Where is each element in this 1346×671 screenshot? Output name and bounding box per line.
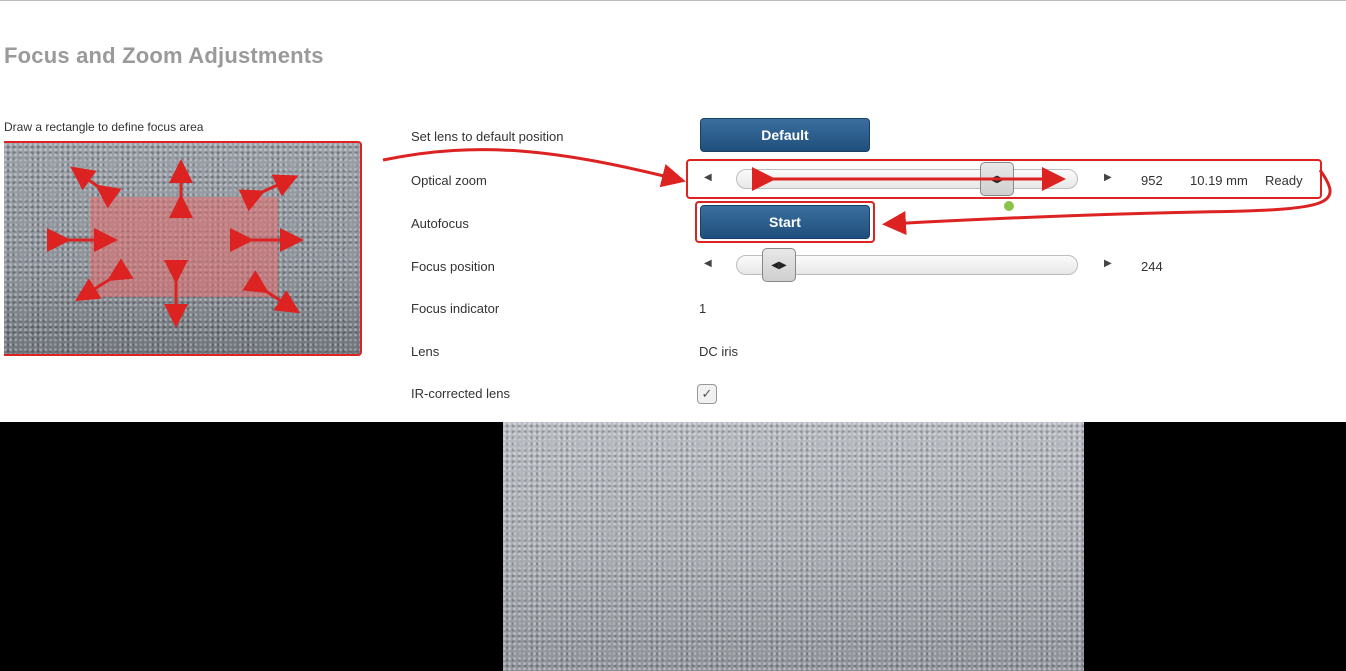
focus-increase-icon[interactable]: ▶: [1104, 258, 1112, 269]
page: Focus and Zoom Adjustments Draw a rectan…: [0, 0, 1346, 671]
focus-rectangle[interactable]: [90, 197, 278, 297]
focus-decrease-icon[interactable]: ◀: [704, 258, 712, 269]
lens-label: Lens: [411, 344, 440, 359]
page-title: Focus and Zoom Adjustments: [4, 43, 324, 68]
default-button[interactable]: Default: [700, 118, 870, 152]
slider-handle-icon[interactable]: ◀▶: [762, 248, 796, 282]
zoom-annotation-box: [686, 159, 1322, 199]
focus-position-value: 244: [1141, 259, 1163, 274]
focus-indicator-label: Focus indicator: [411, 301, 500, 316]
settings-panel: Focus and Zoom Adjustments Draw a rectan…: [0, 0, 1346, 423]
live-video-image: [503, 422, 1084, 671]
status-indicator-icon: [1004, 201, 1014, 211]
live-view-area: [0, 422, 1346, 671]
focus-area-hint: Draw a rectangle to define focus area: [4, 120, 204, 134]
focus-position-slider[interactable]: ◀▶: [736, 248, 1078, 282]
focus-area-preview[interactable]: [4, 141, 362, 356]
autofocus-label: Autofocus: [411, 216, 469, 231]
focus-indicator-value: 1: [699, 301, 707, 316]
lens-value: DC iris: [699, 344, 738, 359]
autofocus-annotation-box: [695, 201, 875, 243]
check-icon: ✓: [701, 386, 713, 401]
optical-zoom-label: Optical zoom: [411, 173, 487, 188]
default-lens-label: Set lens to default position: [411, 129, 564, 144]
focus-position-label: Focus position: [411, 259, 495, 274]
ir-corrected-label: IR-corrected lens: [411, 386, 510, 401]
ir-corrected-checkbox[interactable]: ✓: [697, 384, 717, 404]
